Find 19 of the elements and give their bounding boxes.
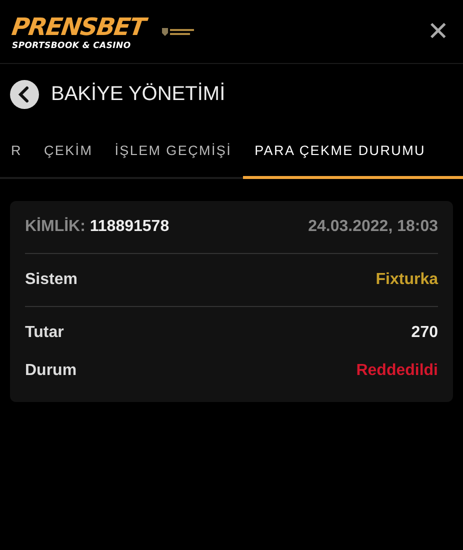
tab[interactable]: PARA ÇEKME DURUMU <box>242 124 463 179</box>
field-value: Fixturka <box>376 271 438 289</box>
brand-tagline: SPORTSBOOK & CASINO <box>12 40 132 50</box>
id-value: 118891578 <box>90 218 170 235</box>
field-label: Sistem <box>25 271 78 289</box>
tab[interactable]: ÇEKİM <box>32 124 104 179</box>
field-value: 270 <box>411 324 438 342</box>
tab[interactable]: İŞLEM GEÇMİŞİ <box>104 124 243 179</box>
badge-icon <box>160 26 195 36</box>
page-title: BAKİYE YÖNETİMİ <box>51 82 226 106</box>
field-value: Reddedildi <box>356 362 438 380</box>
back-icon[interactable] <box>10 80 39 108</box>
id-label: KİMLİK: <box>25 218 86 235</box>
date-time: 24.03.2022, 18:03 <box>308 218 438 236</box>
field-label: Tutar <box>25 324 64 342</box>
field-label: Durum <box>25 362 77 380</box>
tab[interactable]: R <box>0 124 33 179</box>
close-button[interactable]: ✕ <box>427 18 449 44</box>
brand-logo-text: PRENSBET <box>10 12 147 40</box>
